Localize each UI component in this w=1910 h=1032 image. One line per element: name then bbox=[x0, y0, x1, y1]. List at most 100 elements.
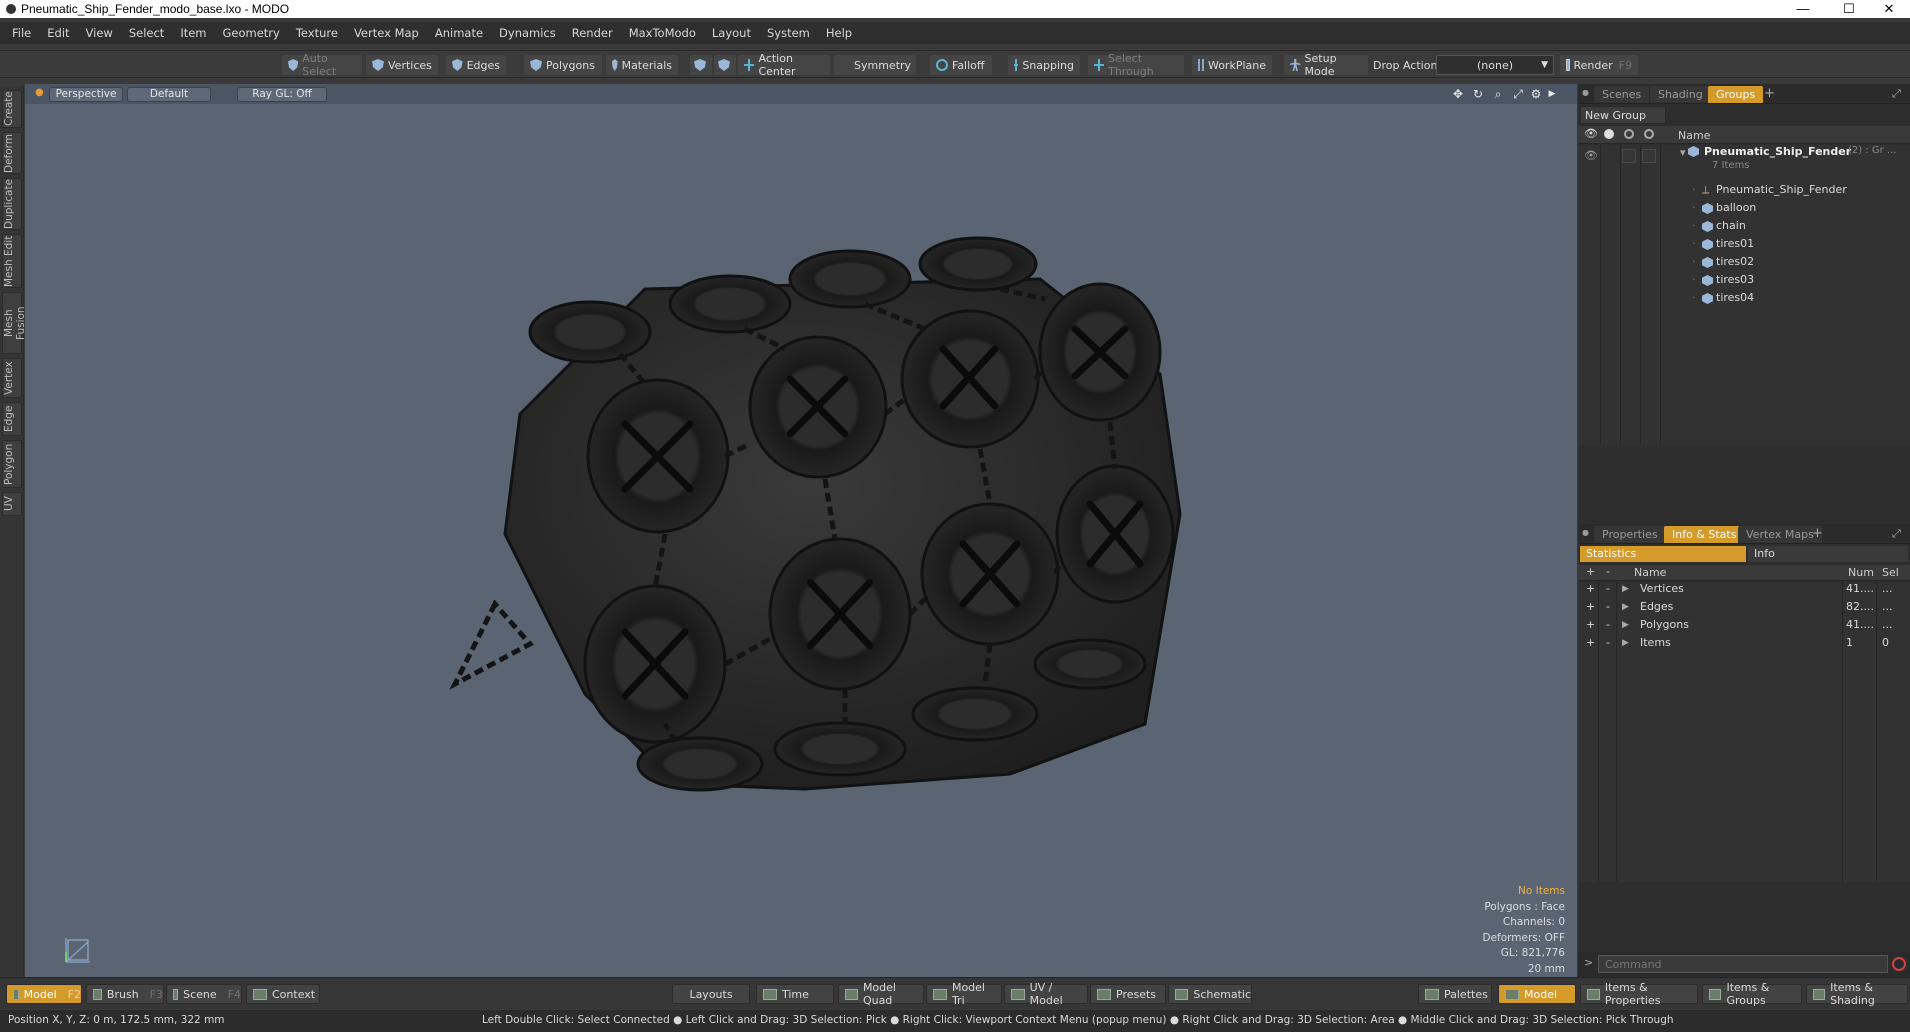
menu-view[interactable]: View bbox=[78, 26, 121, 40]
menu-geometry[interactable]: Geometry bbox=[215, 26, 288, 40]
model-quad-button[interactable]: Model Quad bbox=[838, 981, 924, 1007]
expand-icon[interactable]: + bbox=[1586, 582, 1595, 595]
tree-item-tires03[interactable]: · tires03 bbox=[1578, 273, 1910, 291]
command-stop-icon[interactable] bbox=[1892, 957, 1906, 971]
side-tab-mesh-edit[interactable]: Mesh Edit bbox=[2, 234, 22, 288]
collapse-icon[interactable]: - bbox=[1606, 600, 1610, 613]
items-groups-button[interactable]: Items & Groups bbox=[1702, 981, 1802, 1007]
expand-icon[interactable]: + bbox=[1586, 600, 1595, 613]
close-button[interactable]: ✕ bbox=[1866, 0, 1910, 18]
setup-mode-button[interactable]: Setup Mode bbox=[1284, 52, 1368, 78]
selection-drop-button[interactable] bbox=[714, 55, 736, 75]
presets-button[interactable]: Presets bbox=[1090, 984, 1166, 1004]
menu-layout[interactable]: Layout bbox=[704, 26, 759, 40]
side-tab-create[interactable]: Create bbox=[2, 90, 22, 128]
menu-select[interactable]: Select bbox=[121, 26, 172, 40]
stats-row-polygons[interactable]: + - ▶ Polygons 41.... ... bbox=[1578, 618, 1910, 636]
polygons-mode-button[interactable]: Polygons bbox=[524, 55, 602, 75]
selection-set-button[interactable] bbox=[690, 55, 712, 75]
menu-item[interactable]: Item bbox=[172, 26, 214, 40]
statistics-subtab[interactable]: Statistics bbox=[1580, 546, 1746, 562]
vertices-mode-button[interactable]: Vertices bbox=[366, 55, 438, 75]
expand-all-icon[interactable]: + bbox=[1586, 565, 1595, 578]
render-button[interactable]: Render F9 bbox=[1560, 55, 1638, 75]
tree-arrow-icon[interactable]: ▶ bbox=[1622, 638, 1629, 648]
workplane-button[interactable]: WorkPlane bbox=[1192, 55, 1272, 75]
expand-icon[interactable]: + bbox=[1586, 636, 1595, 649]
uv-model-button[interactable]: UV / Model bbox=[1004, 981, 1088, 1007]
3d-viewport[interactable]: ● Perspective Default Ray GL: Off ✥ ↻ ⌕ … bbox=[25, 84, 1577, 977]
collapse-icon[interactable]: - bbox=[1606, 582, 1610, 595]
tab-shading[interactable]: Shading bbox=[1650, 86, 1711, 103]
tab-properties[interactable]: Properties bbox=[1594, 526, 1666, 543]
info-subtab[interactable]: Info bbox=[1748, 546, 1908, 562]
command-input[interactable] bbox=[1598, 955, 1888, 973]
stats-row-vertices[interactable]: + - ▶ Vertices 41.... ... bbox=[1578, 582, 1910, 600]
tab-groups[interactable]: Groups bbox=[1708, 86, 1764, 103]
side-tab-edge[interactable]: Edge bbox=[2, 402, 22, 436]
action-center-button[interactable]: Action Center bbox=[738, 52, 830, 78]
panel-expand-icon[interactable]: ⤢ bbox=[1892, 87, 1901, 101]
symmetry-button[interactable]: Symmetry bbox=[834, 55, 916, 75]
time-layout-button[interactable]: Time bbox=[756, 984, 834, 1004]
tree-arrow-icon[interactable]: ▶ bbox=[1622, 602, 1629, 612]
tree-arrow-icon[interactable]: ▶ bbox=[1622, 620, 1629, 630]
menu-dynamics[interactable]: Dynamics bbox=[491, 26, 564, 40]
menu-render[interactable]: Render bbox=[564, 26, 621, 40]
group-row-root[interactable]: 👁 ▾ Pneumatic_Ship_Fender (2) : Gr ... 7… bbox=[1578, 145, 1910, 179]
menu-file[interactable]: File bbox=[4, 26, 39, 40]
tab-scenes[interactable]: Scenes bbox=[1594, 86, 1650, 103]
minimize-button[interactable]: — bbox=[1780, 0, 1826, 18]
materials-mode-button[interactable]: Materials bbox=[606, 55, 678, 75]
model-layout-button[interactable]: Model bbox=[1498, 984, 1576, 1004]
tree-item-tires02[interactable]: · tires02 bbox=[1578, 255, 1910, 273]
edges-mode-button[interactable]: Edges bbox=[446, 55, 506, 75]
scene-mode-button[interactable]: Scene F4 bbox=[166, 984, 242, 1004]
collapse-icon[interactable]: ▾ bbox=[1680, 146, 1686, 159]
lock-toggle[interactable] bbox=[1622, 149, 1636, 163]
model-tri-button[interactable]: Model Tri bbox=[926, 981, 1002, 1007]
items-properties-button[interactable]: Items & Properties bbox=[1580, 981, 1698, 1007]
layouts-button[interactable]: Layouts bbox=[672, 984, 750, 1004]
menu-system[interactable]: System bbox=[759, 26, 818, 40]
tree-arrow-icon[interactable]: ▶ bbox=[1622, 584, 1629, 594]
tab-vertex-maps[interactable]: Vertex Maps bbox=[1738, 526, 1822, 543]
items-shading-button[interactable]: Items & Shading bbox=[1806, 981, 1908, 1007]
drop-action-select[interactable]: (none) ▼ bbox=[1436, 55, 1554, 75]
tree-item-tires01[interactable]: · tires01 bbox=[1578, 237, 1910, 255]
falloff-button[interactable]: Falloff bbox=[930, 55, 992, 75]
side-tab-vertex[interactable]: Vertex bbox=[2, 358, 22, 398]
collapse-icon[interactable]: - bbox=[1606, 636, 1610, 649]
snapping-button[interactable]: Snapping bbox=[1008, 55, 1080, 75]
menu-edit[interactable]: Edit bbox=[39, 26, 77, 40]
menu-help[interactable]: Help bbox=[818, 26, 860, 40]
side-tab-mesh-fusion[interactable]: Mesh Fusion bbox=[2, 292, 27, 354]
collapse-icon[interactable]: - bbox=[1606, 618, 1610, 631]
panel-menu-icon[interactable]: ● bbox=[1582, 88, 1589, 97]
panel-expand-icon[interactable]: ⤢ bbox=[1892, 527, 1901, 541]
brush-mode-button[interactable]: Brush F3 bbox=[86, 984, 164, 1004]
visibility-toggle-icon[interactable]: 👁 bbox=[1584, 149, 1598, 162]
tree-item-tires04[interactable]: · tires04 bbox=[1578, 291, 1910, 309]
select-toggle[interactable] bbox=[1642, 149, 1656, 163]
context-mode-button[interactable]: Context bbox=[246, 984, 320, 1004]
auto-select-button[interactable]: Auto Select bbox=[282, 52, 362, 78]
tab-info-stats[interactable]: Info & Stats bbox=[1664, 526, 1745, 543]
side-tab-uv[interactable]: UV bbox=[2, 492, 22, 516]
model-mode-button[interactable]: Model F2 bbox=[6, 984, 82, 1004]
new-group-button[interactable]: New Group bbox=[1580, 106, 1666, 124]
schematic-button[interactable]: Schematic bbox=[1168, 984, 1252, 1004]
palettes-button[interactable]: Palettes bbox=[1418, 984, 1492, 1004]
expand-icon[interactable]: + bbox=[1586, 618, 1595, 631]
menu-animate[interactable]: Animate bbox=[427, 26, 491, 40]
add-tab-icon[interactable]: + bbox=[1764, 86, 1775, 101]
panel-menu-icon[interactable]: ● bbox=[1582, 528, 1589, 537]
tree-item-chain[interactable]: · chain bbox=[1578, 219, 1910, 237]
menu-maxtomodo[interactable]: MaxToModo bbox=[621, 26, 704, 40]
stats-row-items[interactable]: + - ▶ Items 1 0 bbox=[1578, 636, 1910, 654]
collapse-all-icon[interactable]: - bbox=[1606, 565, 1610, 578]
stats-row-edges[interactable]: + - ▶ Edges 82.... ... bbox=[1578, 600, 1910, 618]
menu-texture[interactable]: Texture bbox=[288, 26, 346, 40]
side-tab-polygon[interactable]: Polygon bbox=[2, 440, 22, 488]
add-tab-icon[interactable]: + bbox=[1812, 526, 1823, 541]
